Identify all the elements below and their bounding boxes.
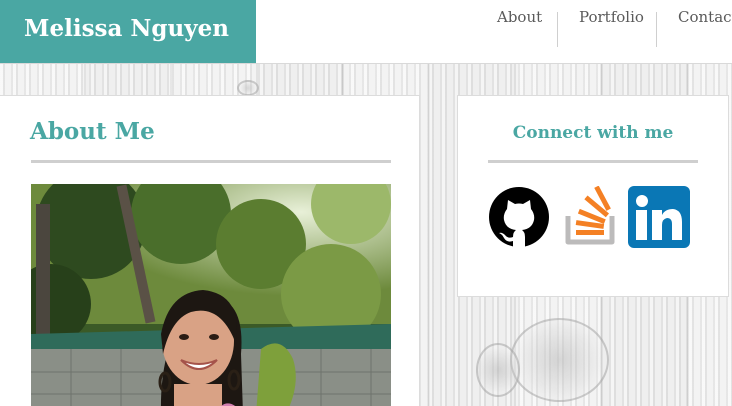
connect-card: Connect with me — [457, 95, 729, 297]
nav-divider — [656, 12, 657, 47]
nav-divider — [557, 12, 558, 47]
site-header: Melissa Nguyen About Portfolio Contact — [0, 0, 732, 64]
profile-photo-image — [31, 184, 391, 406]
stackoverflow-icon[interactable] — [562, 185, 624, 248]
about-card: About Me — [0, 95, 420, 406]
nav-about[interactable]: About — [497, 0, 542, 35]
connect-title-rule — [488, 160, 698, 163]
linkedin-icon[interactable] — [628, 186, 690, 248]
site-brand[interactable]: Melissa Nguyen — [0, 0, 256, 63]
about-title-rule — [31, 160, 391, 163]
nav-contact[interactable]: Contact — [678, 0, 732, 35]
wood-knot — [510, 318, 609, 402]
about-title: About Me — [30, 118, 155, 145]
nav-portfolio[interactable]: Portfolio — [579, 0, 644, 35]
wood-knot — [476, 343, 520, 397]
profile-photo — [31, 184, 391, 406]
connect-title: Connect with me — [512, 123, 674, 143]
github-icon[interactable] — [488, 186, 550, 248]
wood-knot — [237, 80, 259, 96]
